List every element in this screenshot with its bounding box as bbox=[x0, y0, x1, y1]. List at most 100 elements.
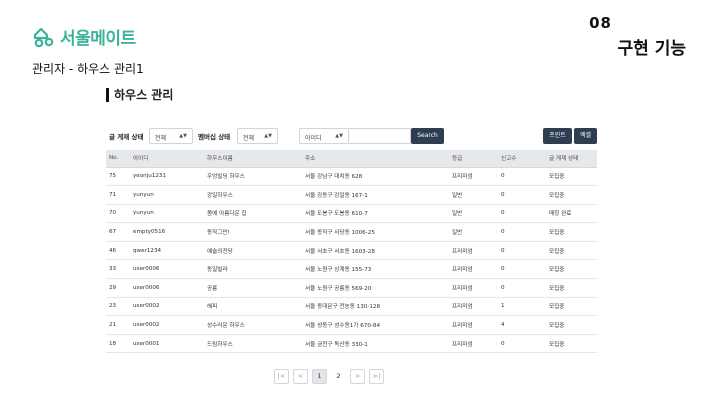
table-row[interactable]: 70 yunyun 봄에 아름다운 집 서울 도봉구 도봉동 610-7 일반 0 매칭 완… bbox=[106, 204, 597, 224]
next-page-button[interactable]: > bbox=[350, 369, 365, 384]
cell-no: 18 bbox=[106, 334, 130, 354]
cell-house-name: 예술의전당 bbox=[204, 241, 302, 261]
cell-house-name: 동일빌라 bbox=[204, 259, 302, 280]
table-row[interactable]: 46 qwer1234 예술의전당 서울 서초구 서초동 1603-28 프리미엄 0 모집… bbox=[106, 241, 597, 261]
membership-label: 멤버십 상태 bbox=[198, 133, 231, 141]
cell-report-count: 0 bbox=[498, 241, 546, 261]
cell-id: yeonju1231 bbox=[130, 167, 204, 187]
cell-id: empty0516 bbox=[130, 222, 204, 242]
cell-house-name: 공릉 bbox=[204, 278, 302, 298]
cell-address: 서울 노원구 상계동 155-73 bbox=[302, 259, 449, 280]
cell-address: 서울 동대문구 전농동 130-128 bbox=[302, 297, 449, 317]
cell-post-status: 모집중 bbox=[546, 222, 597, 242]
badge-title: 구현 기능 bbox=[613, 34, 691, 59]
cell-no: 46 bbox=[106, 241, 130, 261]
feature-badge: 08 구현 기능 bbox=[589, 14, 691, 59]
cell-report-count: 0 bbox=[498, 222, 546, 242]
cell-post-status: 모집중 bbox=[546, 185, 597, 205]
cell-address: 서울 도봉구 도봉동 610-7 bbox=[302, 204, 449, 224]
last-page-button[interactable]: >| bbox=[369, 369, 384, 384]
cell-house-name: 드림하우스 bbox=[204, 334, 302, 354]
cell-no: 70 bbox=[106, 204, 130, 224]
cell-id: user0006 bbox=[130, 259, 204, 280]
cell-grade: 일반 bbox=[449, 222, 498, 242]
cell-address: 서울 서초구 서초동 1603-28 bbox=[302, 241, 449, 261]
cell-id: yunyun bbox=[130, 185, 204, 205]
page-1-button[interactable]: 1 bbox=[312, 369, 327, 384]
header-post-status[interactable]: 글 게재 상태 bbox=[546, 150, 597, 168]
cell-report-count: 0 bbox=[498, 278, 546, 298]
brand-logo: 서울메이트 bbox=[32, 24, 136, 49]
cell-post-status: 모집중 bbox=[546, 315, 597, 335]
cell-no: 21 bbox=[106, 315, 130, 335]
filter-bar: 글 게재 상태 전체 ▲▼ 멤버십 상태 전체 ▲▼ 아이디 ▲▼ Search… bbox=[107, 128, 597, 145]
cell-post-status: 매칭 완료 bbox=[546, 204, 597, 224]
table-header-row: No. 아이디 하우스이름 주소 등급 신고수 글 게재 상태 bbox=[106, 150, 597, 168]
cell-report-count: 0 bbox=[498, 167, 546, 187]
cell-id: user0006 bbox=[130, 278, 204, 298]
post-status-value: 전체 bbox=[155, 135, 167, 142]
table-row[interactable]: 23 user0002 해피 서울 동대문구 전농동 130-128 프리미엄 1 모집중 bbox=[106, 297, 597, 317]
header-address[interactable]: 주소 bbox=[302, 150, 449, 168]
cell-house-name: 우엉빌딩 하우스 bbox=[204, 167, 302, 187]
search-field-value: 아이디 bbox=[305, 135, 322, 142]
cell-report-count: 0 bbox=[498, 259, 546, 280]
cell-house-name: 강일하우스 bbox=[204, 185, 302, 205]
header-id[interactable]: 아이디 bbox=[130, 150, 204, 168]
cell-post-status: 모집중 bbox=[546, 334, 597, 354]
header-no[interactable]: No. bbox=[106, 150, 130, 168]
cell-house-name: 해피 bbox=[204, 297, 302, 317]
table-row[interactable]: 71 yunyun 강일하우스 서울 강동구 강일동 167-1 일반 0 모집중 bbox=[106, 185, 597, 205]
cell-report-count: 0 bbox=[498, 204, 546, 224]
badge-number: 08 bbox=[589, 14, 612, 32]
header-grade[interactable]: 등급 bbox=[449, 150, 498, 168]
cell-address: 서울 성동구 성수동1가 670-84 bbox=[302, 315, 449, 335]
cell-address: 서울 금천구 독산동 330-1 bbox=[302, 334, 449, 354]
cell-grade: 일반 bbox=[449, 185, 498, 205]
cell-report-count: 1 bbox=[498, 297, 546, 317]
table-row[interactable]: 29 user0006 공릉 서울 노원구 공릉동 569-20 프리미엄 0 모집중 bbox=[106, 278, 597, 298]
table-row[interactable]: 33 user0006 동일빌라 서울 노원구 상계동 155-73 프리미엄 0 모집중 bbox=[106, 259, 597, 280]
cell-grade: 프리미엄 bbox=[449, 334, 498, 354]
cell-id: user0002 bbox=[130, 297, 204, 317]
cell-house-name: 성수러운 하우스 bbox=[204, 315, 302, 335]
search-field-select[interactable]: 아이디 ▲▼ bbox=[299, 128, 349, 144]
search-button[interactable]: Search bbox=[411, 128, 444, 144]
pagination: |< < 1 2 > >| bbox=[274, 369, 384, 384]
cell-id: qwer1234 bbox=[130, 241, 204, 261]
cell-report-count: 0 bbox=[498, 185, 546, 205]
table-row[interactable]: 75 yeonju1231 우엉빌딩 하우스 서울 강남구 대치동 628 프리미엄 0 모… bbox=[106, 167, 597, 187]
cell-id: user0001 bbox=[130, 334, 204, 354]
membership-value: 전체 bbox=[243, 135, 255, 142]
excel-button[interactable]: 엑셀 bbox=[574, 128, 597, 144]
search-input[interactable] bbox=[349, 128, 411, 144]
house-table: No. 아이디 하우스이름 주소 등급 신고수 글 게재 상태 75 yeonju… bbox=[106, 150, 597, 354]
cell-post-status: 모집중 bbox=[546, 259, 597, 280]
cell-grade: 프리미엄 bbox=[449, 259, 498, 280]
cell-no: 29 bbox=[106, 278, 130, 298]
cell-post-status: 모집중 bbox=[546, 278, 597, 298]
page-2-button[interactable]: 2 bbox=[331, 369, 346, 384]
cell-address: 서울 동작구 사당동 1006-25 bbox=[302, 222, 449, 242]
print-button[interactable]: 프린트 bbox=[543, 128, 572, 144]
header-house-name[interactable]: 하우스이름 bbox=[204, 150, 302, 168]
cell-grade: 프리미엄 bbox=[449, 167, 498, 187]
cell-address: 서울 강남구 대치동 628 bbox=[302, 167, 449, 187]
table-row[interactable]: 21 user0002 성수러운 하우스 서울 성동구 성수동1가 670-84 프리미… bbox=[106, 315, 597, 335]
cell-address: 서울 강동구 강일동 167-1 bbox=[302, 185, 449, 205]
brand-name: 서울메이트 bbox=[60, 29, 136, 49]
first-page-button[interactable]: |< bbox=[274, 369, 289, 384]
section-title: 하우스 관리 bbox=[106, 88, 173, 102]
page-subtitle: 관리자 - 하우스 관리1 bbox=[32, 62, 144, 76]
cell-grade: 프리미엄 bbox=[449, 315, 498, 335]
cell-post-status: 모집중 bbox=[546, 241, 597, 261]
header-report-count[interactable]: 신고수 bbox=[498, 150, 546, 168]
membership-select[interactable]: 전체 ▲▼ bbox=[237, 128, 278, 144]
table-row[interactable]: 67 empty0516 동작그만! 서울 동작구 사당동 1006-25 일반 0 모집중 bbox=[106, 222, 597, 242]
cell-grade: 일반 bbox=[449, 204, 498, 224]
house-logo-icon bbox=[33, 27, 54, 47]
prev-page-button[interactable]: < bbox=[293, 369, 308, 384]
post-status-select[interactable]: 전체 ▲▼ bbox=[149, 128, 193, 144]
table-row[interactable]: 18 user0001 드림하우스 서울 금천구 독산동 330-1 프리미엄 0 모집중 bbox=[106, 334, 597, 354]
chevron-updown-icon: ▲▼ bbox=[264, 133, 272, 139]
